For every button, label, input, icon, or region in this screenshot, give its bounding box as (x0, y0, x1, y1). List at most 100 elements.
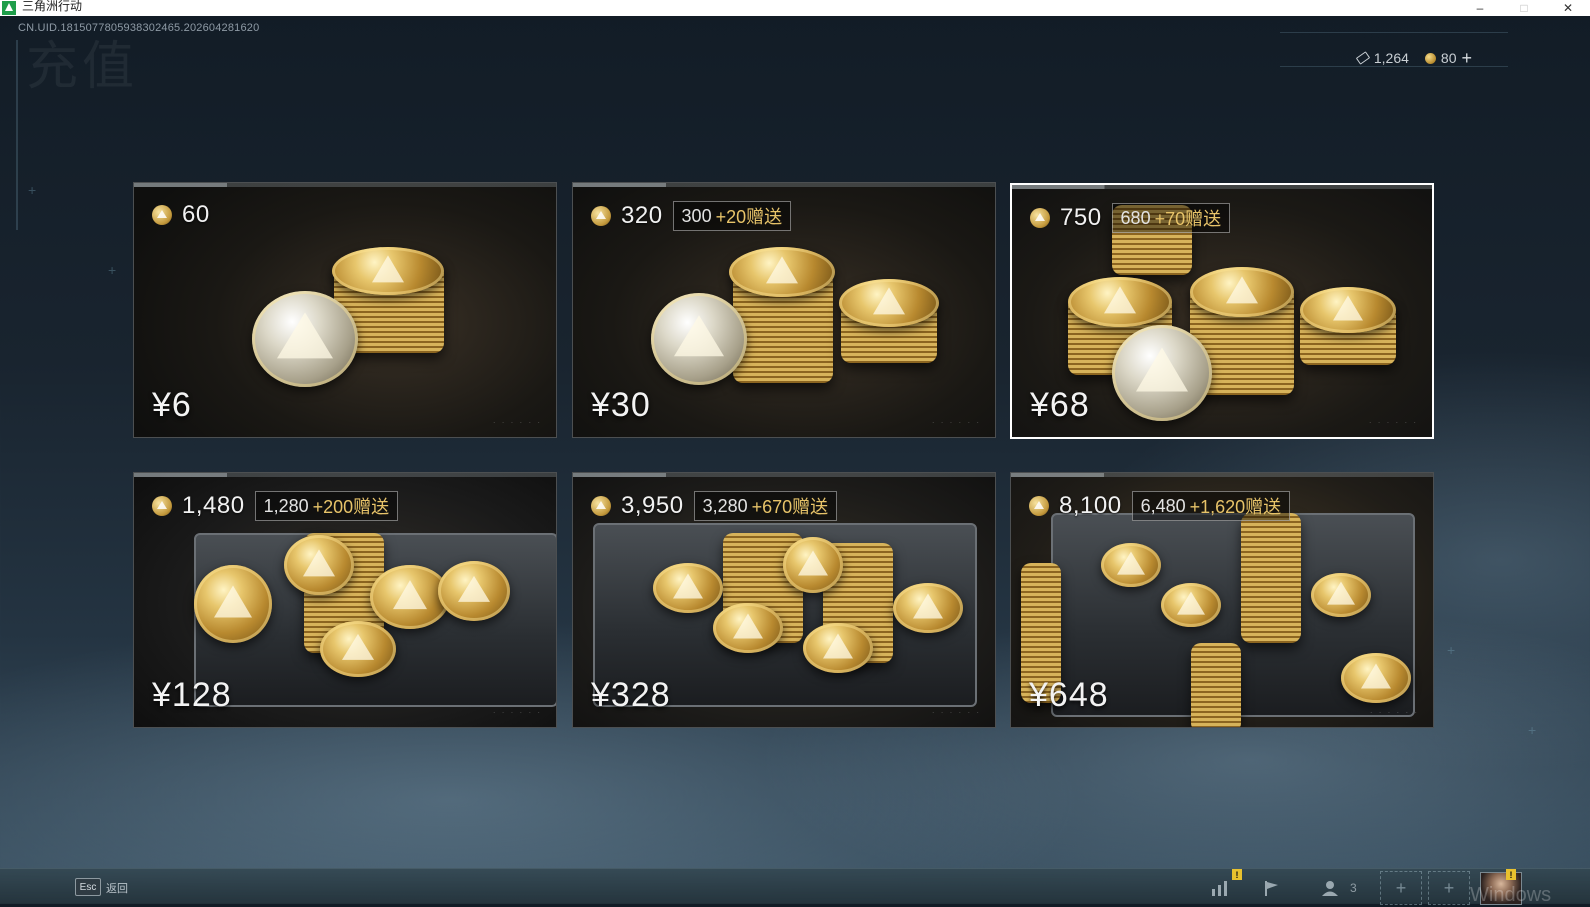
bonus-extra: +20赠送 (715, 207, 783, 227)
window-controls: – □ ✕ (1458, 0, 1590, 16)
friends-icon[interactable] (1318, 878, 1342, 898)
currency-bar: 1,264 80 + (1355, 49, 1472, 67)
party-slot-2[interactable]: + (1428, 871, 1470, 905)
avatar-notice-badge: ! (1506, 869, 1516, 880)
coin-image (839, 279, 939, 327)
coin-stack (1241, 513, 1301, 643)
bonus-extra: +1,620赠送 (1189, 497, 1282, 517)
pack-micro-text: · · · · · · (492, 418, 542, 427)
coin-image (729, 247, 835, 297)
flag-icon[interactable] (1260, 878, 1284, 898)
bonus-extra: +670赠送 (751, 497, 829, 517)
pack-header: 1,480 1,280 +200赠送 (152, 491, 399, 521)
coin-stack (1191, 643, 1241, 727)
coin-image (1101, 543, 1161, 587)
hud-line-top-right (1280, 32, 1508, 33)
pack-price: ¥128 (152, 676, 232, 714)
pack-topline (573, 473, 995, 477)
pack-header: 3,950 3,280 +670赠送 (591, 491, 838, 521)
ticket-icon (1355, 51, 1371, 65)
coin-icon (1029, 496, 1049, 516)
coin-image (803, 623, 873, 673)
pack-topline (134, 473, 556, 477)
pack-price: ¥68 (1030, 386, 1090, 424)
window-titlebar: 三角洲行动 – □ ✕ (0, 0, 1590, 16)
bonus-extra: +200赠送 (312, 497, 390, 517)
ticket-balance: 1,264 (1355, 50, 1409, 66)
window-title: 三角洲行动 (22, 0, 83, 13)
pack-micro-text: · · · · · · (492, 708, 542, 717)
pack-amount: 3,950 (621, 492, 684, 519)
pack-topline (573, 183, 995, 187)
esc-key-button[interactable]: Esc (75, 878, 101, 896)
bonus-base: 300 (681, 205, 712, 226)
coin-image (194, 565, 272, 643)
coin-amount: 80 (1440, 50, 1457, 66)
pack-card-2[interactable]: 320 300 +20赠送 ¥30 · · · · · · (572, 182, 996, 438)
coin-image (438, 561, 510, 621)
coin-icon (1424, 52, 1436, 64)
coin-icon (1030, 208, 1050, 228)
maximize-button[interactable]: □ (1502, 0, 1546, 16)
stats-icon[interactable] (1208, 878, 1232, 898)
hud-line-currency (1280, 66, 1508, 67)
pack-card-5[interactable]: 3,950 3,280 +670赠送 ¥328 · · · · · · (572, 472, 996, 728)
app-logo-icon (2, 1, 16, 15)
coin-image (651, 293, 747, 385)
pack-topline (134, 183, 556, 187)
coin-image (1300, 287, 1396, 333)
pack-micro-text: · · · · · · (931, 418, 981, 427)
coin-image (1311, 573, 1371, 617)
coin-image (1068, 277, 1172, 327)
hud-line-left (16, 40, 18, 230)
pack-card-1[interactable]: 60 ¥6 · · · · · · (133, 182, 557, 438)
coin-icon (152, 205, 172, 225)
pack-amount: 8,100 (1059, 492, 1122, 519)
pack-topline (1011, 473, 1433, 477)
pack-micro-text: · · · · · · (1368, 418, 1418, 427)
coin-image (252, 291, 358, 387)
coin-image (1112, 325, 1212, 421)
pack-header: 320 300 +20赠送 (591, 201, 792, 231)
bonus-tag: 300 +20赠送 (672, 201, 792, 231)
bonus-tag: 680 +70赠送 (1111, 203, 1231, 233)
crosshair-icon: + (1447, 642, 1456, 658)
coin-image (320, 621, 396, 677)
pack-amount: 60 (182, 201, 210, 228)
pack-price: ¥648 (1029, 676, 1109, 714)
coin-icon (591, 496, 611, 516)
crosshair-icon: + (28, 182, 37, 198)
pack-price: ¥6 (152, 386, 192, 424)
pack-price: ¥30 (591, 386, 651, 424)
pack-topline (1012, 185, 1432, 189)
minimize-button[interactable]: – (1458, 0, 1502, 16)
coin-image (713, 603, 783, 653)
add-coins-button[interactable]: + (1461, 49, 1472, 67)
coin-balance: 80 + (1424, 49, 1472, 67)
coin-image (893, 583, 963, 633)
pack-amount: 320 (621, 202, 663, 229)
pack-micro-text: · · · · · · (1369, 708, 1419, 717)
coin-image (1190, 267, 1294, 317)
coin-icon (591, 206, 611, 226)
coin-image (1341, 653, 1411, 703)
pack-amount: 750 (1060, 204, 1102, 231)
pack-card-4[interactable]: 1,480 1,280 +200赠送 ¥128 · · · · · · (133, 472, 557, 728)
close-button[interactable]: ✕ (1546, 0, 1590, 16)
bonus-tag: 6,480 +1,620赠送 (1131, 491, 1291, 521)
crosshair-icon: + (108, 262, 117, 278)
bonus-base: 6,480 (1140, 495, 1186, 516)
pack-amount: 1,480 (182, 492, 245, 519)
bonus-base: 1,280 (263, 495, 309, 516)
os-watermark: Windows (1470, 884, 1552, 906)
coin-image (332, 247, 444, 295)
crosshair-icon: + (1528, 722, 1537, 738)
party-slot-1[interactable]: + (1380, 871, 1422, 905)
bonus-extra: +70赠送 (1154, 209, 1222, 229)
pack-card-3[interactable]: 750 680 +70赠送 ¥68 · · · · · · (1010, 183, 1434, 439)
pack-card-6[interactable]: 8,100 6,480 +1,620赠送 ¥648 · · · · · · (1010, 472, 1434, 728)
pack-header: 8,100 6,480 +1,620赠送 (1029, 491, 1291, 521)
back-label[interactable]: 返回 (106, 880, 128, 896)
coin-image (1161, 583, 1221, 627)
coin-image (783, 537, 843, 593)
